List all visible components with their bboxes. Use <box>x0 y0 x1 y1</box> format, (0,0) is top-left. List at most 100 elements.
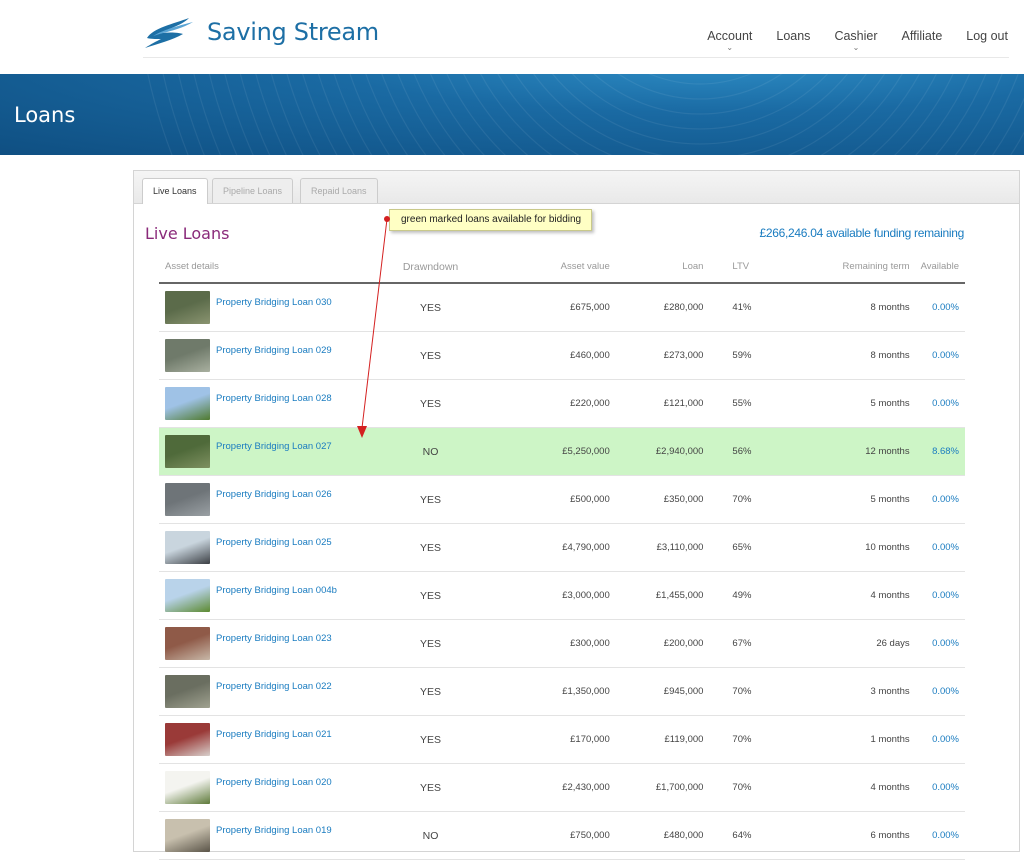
loan-name-link[interactable]: Property Bridging Loan 028 <box>216 393 332 404</box>
ltv-cell: 41% <box>707 283 794 332</box>
loan-name-link[interactable]: Property Bridging Loan 030 <box>216 297 332 308</box>
drawndown-cell: YES <box>374 571 487 620</box>
tab-pipeline-loans[interactable]: Pipeline Loans <box>212 178 294 203</box>
table-row[interactable]: Property Bridging Loan 027 NO £5,250,000 £2… <box>159 427 965 476</box>
asset-value-cell: £2,430,000 <box>486 763 614 812</box>
asset-value-cell: £750,000 <box>486 811 614 860</box>
table-row[interactable]: Property Bridging Loan 004b YES £3,000,000… <box>159 571 965 620</box>
property-photo-thumbnail[interactable] <box>165 435 210 468</box>
page-banner: Loans <box>0 74 1024 155</box>
asset-value-cell: £675,000 <box>486 283 614 332</box>
ltv-cell: 65% <box>707 523 794 572</box>
asset-details-cell: Property Bridging Loan 019 <box>159 811 375 860</box>
property-photo-thumbnail[interactable] <box>165 339 210 372</box>
property-photo-thumbnail[interactable] <box>165 819 210 852</box>
col-asset-details[interactable]: Asset details <box>159 251 375 284</box>
nav-account[interactable]: Account ⌄ <box>707 29 752 52</box>
remaining-term-cell: 12 months <box>793 427 920 476</box>
remaining-term-cell: 26 days <box>793 619 920 668</box>
table-row[interactable]: Property Bridging Loan 025 YES £4,790,000 £… <box>159 523 965 572</box>
annotation-note: green marked loans available for bidding <box>389 209 593 231</box>
property-photo-thumbnail[interactable] <box>165 579 210 612</box>
ltv-cell: 70% <box>707 763 794 812</box>
col-drawndown[interactable]: Drawndown <box>374 251 487 284</box>
drawndown-cell: YES <box>374 475 487 524</box>
available-funding: £266,246.04 available funding remaining <box>759 226 965 240</box>
col-available[interactable]: Available <box>919 251 965 284</box>
table-row[interactable]: Property Bridging Loan 029 YES £460,000 £27… <box>159 331 965 380</box>
loan-name-link[interactable]: Property Bridging Loan 027 <box>216 441 332 452</box>
asset-details-cell: Property Bridging Loan 030 <box>159 283 375 332</box>
asset-value-cell: £460,000 <box>486 331 614 380</box>
tab-repaid-loans[interactable]: Repaid Loans <box>300 178 378 203</box>
property-photo-thumbnail[interactable] <box>165 723 210 756</box>
asset-value-cell: £3,000,000 <box>486 571 614 620</box>
asset-details-cell: Property Bridging Loan 022 <box>159 667 375 716</box>
page-title: Loans <box>14 103 76 127</box>
logo[interactable]: Saving Stream <box>143 12 379 52</box>
table-row[interactable]: Property Bridging Loan 019 NO £750,000 £480… <box>159 811 965 860</box>
ltv-cell: 55% <box>707 379 794 428</box>
main-nav: Account ⌄ Loans Cashier ⌄ Affiliate Log ou… <box>683 29 1008 52</box>
available-cell: 0.00% <box>919 475 965 524</box>
loan-name-link[interactable]: Property Bridging Loan 025 <box>216 537 332 548</box>
remaining-term-cell: 10 months <box>793 523 920 572</box>
property-photo-thumbnail[interactable] <box>165 675 210 708</box>
section-title: Live Loans <box>145 224 230 243</box>
ltv-cell: 59% <box>707 331 794 380</box>
remaining-term-cell: 8 months <box>793 283 920 332</box>
property-photo-thumbnail[interactable] <box>165 483 210 516</box>
nav-logout[interactable]: Log out <box>966 29 1008 43</box>
nav-cashier[interactable]: Cashier ⌄ <box>834 29 877 52</box>
available-cell: 0.00% <box>919 715 965 764</box>
asset-value-cell: £1,350,000 <box>486 667 614 716</box>
ltv-cell: 67% <box>707 619 794 668</box>
col-loan[interactable]: Loan <box>613 251 708 284</box>
loans-table: Asset details Drawndown Asset value Loan… <box>159 251 965 860</box>
available-cell: 0.00% <box>919 811 965 860</box>
banner-wave-pattern <box>147 74 1024 155</box>
loan-amount-cell: £280,000 <box>613 283 708 332</box>
property-photo-thumbnail[interactable] <box>165 387 210 420</box>
table-row[interactable]: Property Bridging Loan 023 YES £300,000 £20… <box>159 619 965 668</box>
brand-name: Saving Stream <box>207 18 379 46</box>
loan-amount-cell: £480,000 <box>613 811 708 860</box>
loan-name-link[interactable]: Property Bridging Loan 004b <box>216 585 337 596</box>
ltv-cell: 70% <box>707 715 794 764</box>
header-divider <box>143 57 1009 58</box>
ltv-cell: 56% <box>707 427 794 476</box>
property-photo-thumbnail[interactable] <box>165 627 210 660</box>
loan-name-link[interactable]: Property Bridging Loan 023 <box>216 633 332 644</box>
loan-name-link[interactable]: Property Bridging Loan 021 <box>216 729 332 740</box>
tab-live-loans[interactable]: Live Loans <box>142 178 208 204</box>
nav-loans[interactable]: Loans <box>776 29 810 43</box>
col-asset-value[interactable]: Asset value <box>486 251 614 284</box>
table-row[interactable]: Property Bridging Loan 020 YES £2,430,000 £… <box>159 763 965 812</box>
table-row[interactable]: Property Bridging Loan 022 YES £1,350,000 £… <box>159 667 965 716</box>
loan-name-link[interactable]: Property Bridging Loan 020 <box>216 777 332 788</box>
loan-amount-cell: £1,455,000 <box>613 571 708 620</box>
property-photo-thumbnail[interactable] <box>165 771 210 804</box>
asset-value-cell: £220,000 <box>486 379 614 428</box>
remaining-term-cell: 4 months <box>793 763 920 812</box>
table-row[interactable]: Property Bridging Loan 028 YES £220,000 £12… <box>159 379 965 428</box>
drawndown-cell: NO <box>374 811 487 860</box>
loan-name-link[interactable]: Property Bridging Loan 029 <box>216 345 332 356</box>
property-photo-thumbnail[interactable] <box>165 531 210 564</box>
table-row[interactable]: Property Bridging Loan 030 YES £675,000 £28… <box>159 283 965 332</box>
asset-details-cell: Property Bridging Loan 025 <box>159 523 375 572</box>
ltv-cell: 64% <box>707 811 794 860</box>
loan-tabs: Live Loans Pipeline Loans Repaid Loans <box>134 171 1019 204</box>
loan-name-link[interactable]: Property Bridging Loan 026 <box>216 489 332 500</box>
available-cell: 0.00% <box>919 763 965 812</box>
loan-name-link[interactable]: Property Bridging Loan 022 <box>216 681 332 692</box>
loan-name-link[interactable]: Property Bridging Loan 019 <box>216 825 332 836</box>
loan-amount-cell: £273,000 <box>613 331 708 380</box>
table-row[interactable]: Property Bridging Loan 026 YES £500,000 £35… <box>159 475 965 524</box>
col-ltv[interactable]: LTV <box>707 251 794 284</box>
nav-affiliate[interactable]: Affiliate <box>902 29 943 43</box>
table-row[interactable]: Property Bridging Loan 021 YES £170,000 £11… <box>159 715 965 764</box>
col-remaining-term[interactable]: Remaining term <box>793 251 920 284</box>
remaining-term-cell: 5 months <box>793 379 920 428</box>
property-photo-thumbnail[interactable] <box>165 291 210 324</box>
